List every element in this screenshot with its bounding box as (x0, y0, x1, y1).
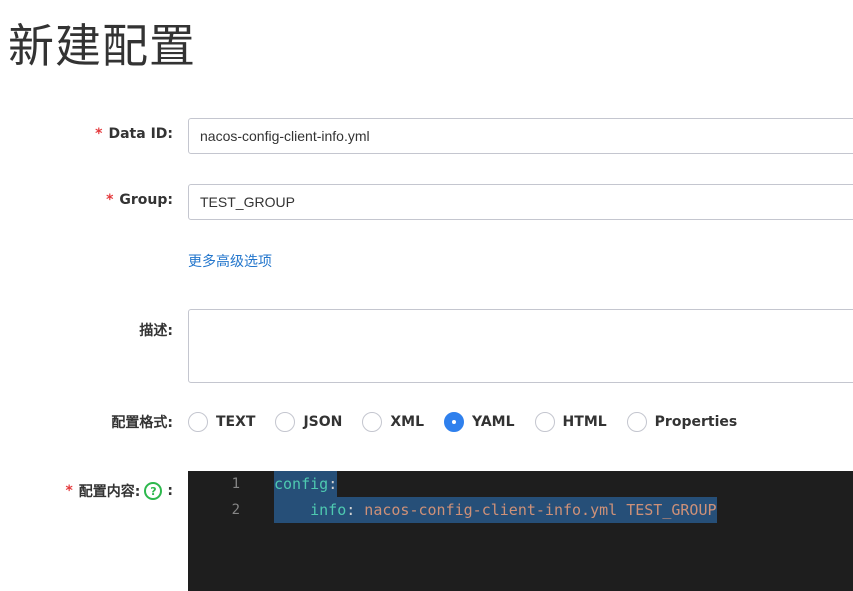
group-label-text: Group: (119, 192, 173, 208)
description-textarea[interactable] (188, 309, 853, 383)
format-option-html[interactable]: HTML (534, 412, 607, 432)
yaml-value: nacos-config-client-info.yml TEST_GROUP (355, 501, 717, 519)
required-mark: * (95, 126, 103, 142)
yaml-colon: : (346, 501, 356, 519)
data-id-label: * Data ID: (95, 126, 173, 142)
format-option-text[interactable]: TEXT (188, 412, 255, 432)
format-option-properties[interactable]: Properties (626, 412, 738, 432)
advanced-options-link[interactable]: 更多高级选项 (188, 251, 272, 271)
code-line: 2 info: nacos-config-client-info.yml TES… (188, 497, 853, 523)
line-number: 1 (231, 476, 240, 492)
code-text[interactable]: config: (274, 471, 338, 497)
radio-checked-icon[interactable] (444, 412, 465, 432)
radio-label: Properties (654, 414, 738, 430)
data-id-input[interactable] (188, 118, 853, 154)
radio-label: HTML (562, 414, 607, 430)
page-title: 新建配置 (8, 19, 196, 73)
radio-icon[interactable] (362, 412, 383, 432)
radio-label: TEXT (216, 414, 256, 430)
code-line: 1 config: (188, 471, 853, 497)
yaml-colon: : (328, 475, 338, 493)
description-label-text: 描述: (139, 323, 173, 339)
required-mark: * (106, 192, 114, 208)
group-input[interactable] (188, 184, 853, 220)
question-circle-icon[interactable]: ? (144, 482, 163, 500)
code-text[interactable]: info: nacos-config-client-info.yml TEST_… (274, 497, 717, 523)
radio-label: XML (390, 414, 425, 430)
format-label-text: 配置格式: (111, 415, 173, 431)
format-option-yaml[interactable]: YAML (444, 412, 515, 432)
yaml-indent (274, 501, 310, 519)
radio-label: YAML (472, 414, 515, 430)
group-label: * Group: (106, 192, 173, 208)
content-label-text: 配置内容: (78, 484, 141, 500)
content-label-suffix: : (167, 483, 173, 499)
radio-icon[interactable] (275, 412, 296, 432)
format-radio-group: TEXT JSON XML YAML HTML Properties (188, 409, 757, 435)
code-editor[interactable]: 1 config: 2 info: nacos-config-client-in… (188, 471, 853, 591)
data-id-label-text: Data ID: (108, 126, 173, 142)
radio-icon[interactable] (188, 412, 208, 432)
line-number: 2 (231, 502, 240, 518)
yaml-key: info (310, 501, 347, 519)
content-label: * 配置内容: ? : (65, 481, 173, 501)
yaml-key: config (274, 475, 329, 493)
radio-icon[interactable] (626, 412, 647, 432)
radio-icon[interactable] (534, 412, 555, 432)
radio-label: JSON (303, 414, 343, 430)
required-mark: * (65, 483, 73, 499)
description-label: 描述: (139, 320, 173, 340)
format-option-xml[interactable]: XML (362, 412, 424, 432)
format-label: 配置格式: (111, 412, 173, 432)
format-option-json[interactable]: JSON (275, 412, 342, 432)
